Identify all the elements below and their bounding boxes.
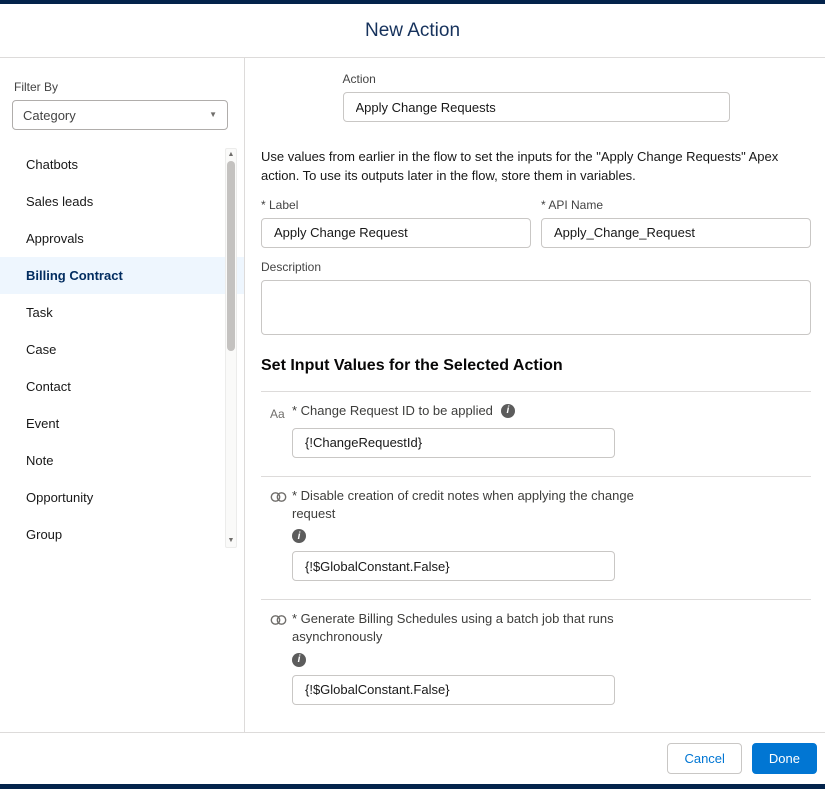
param-row-content: * Disable creation of credit notes when … [292,487,811,582]
sidebar-item-label: Case [26,342,57,357]
sidebar-item-group[interactable]: Group [0,516,244,553]
cancel-button[interactable]: Cancel [667,743,742,774]
category-list: Chatbots Sales leads Approvals Billing C… [0,146,244,553]
param-row-disable-credit-notes: * Disable creation of credit notes when … [261,475,811,599]
scroll-down-icon[interactable]: ▼ [228,535,235,547]
info-icon[interactable]: i [292,652,306,667]
action-input[interactable] [342,92,730,122]
sidebar-item-approvals[interactable]: Approvals [0,220,244,257]
param-row-content: * Generate Billing Schedules using a bat… [292,610,811,705]
sidebar-item-label: Sales leads [26,194,94,209]
main-panel: Action Use values from earlier in the fl… [245,58,825,732]
description-textarea[interactable] [261,279,811,335]
scrollbar-thumb[interactable] [227,161,235,351]
sidebar-item-chatbots[interactable]: Chatbots [0,146,244,183]
modal-title: New Action [364,19,461,41]
info-icon[interactable]: i [292,529,306,544]
sidebar-item-case[interactable]: Case [0,331,244,368]
api-name-input[interactable] [541,217,811,248]
sidebar-item-contact[interactable]: Contact [0,368,244,405]
sidebar-item-label: Chatbots [26,157,79,172]
boolean-type-icon [270,613,287,630]
type-icon-col: Aa [261,402,292,458]
sidebar-item-label: Approvals [26,231,84,246]
label-field: * Label [261,198,531,248]
sidebar-item-sales-leads[interactable]: Sales leads [0,183,244,220]
scrollbar-track[interactable] [226,161,236,535]
label-input[interactable] [261,217,531,248]
modal-header: New Action [0,4,825,58]
input-values-heading: Set Input Values for the Selected Action [261,356,563,374]
label-field-label: * Label [261,197,299,212]
filter-by-label: Filter By [14,80,59,94]
action-field: Action [342,72,730,122]
sidebar-scrollbar[interactable]: ▲ ▼ [225,148,237,548]
type-icon-col [261,610,292,704]
api-name-field: * API Name [541,198,811,248]
sidebar-item-label: Event [26,416,60,431]
boolean-type-icon [270,490,287,507]
category-dropdown[interactable]: Category ▼ [12,100,228,130]
action-label: Action [342,72,376,86]
param-label: * Disable creation of credit notes when … [292,487,634,522]
sidebar-item-label: Note [26,453,54,468]
sidebar-item-label: Group [26,527,63,542]
modal-body: Filter By Category ▼ Chatbots Sales lead… [0,58,825,732]
param-row-change-request-id: Aa * Change Request ID to be applied i [261,390,811,476]
type-icon-col [261,487,292,581]
description-field: Description [261,260,811,335]
scroll-up-icon[interactable]: ▲ [228,149,235,161]
api-name-field-label: * API Name [541,197,604,212]
sidebar-item-event[interactable]: Event [0,405,244,442]
change-request-id-input[interactable] [292,427,615,458]
param-row-generate-billing-schedules: * Generate Billing Schedules using a bat… [261,599,811,722]
sidebar-item-label: Task [26,305,53,320]
sidebar-item-note[interactable]: Note [0,442,244,479]
new-action-modal: New Action Filter By Category ▼ Chatbots… [0,4,825,784]
done-button[interactable]: Done [751,743,817,774]
info-icon[interactable]: i [500,403,515,418]
param-label: * Change Request ID to be applied [292,402,493,418]
category-sidebar: Filter By Category ▼ Chatbots Sales lead… [0,58,245,732]
sidebar-item-label: Billing Contract [26,268,123,283]
category-list-wrap: Chatbots Sales leads Approvals Billing C… [0,146,244,553]
sidebar-item-label: Contact [26,379,71,394]
sidebar-item-task[interactable]: Task [0,294,244,331]
sidebar-item-billing-contract[interactable]: Billing Contract [0,257,244,294]
category-dropdown-value: Category [23,107,76,123]
generate-billing-schedules-input[interactable] [292,674,615,705]
label-apiname-row: * Label * API Name [261,198,811,248]
param-label: * Generate Billing Schedules using a bat… [292,611,614,645]
param-row-content: * Change Request ID to be applied i [292,402,811,458]
sidebar-item-label: Opportunity [26,490,94,505]
modal-footer: Cancel Done [0,732,825,784]
intro-text: Use values from earlier in the flow to s… [261,149,779,183]
description-field-label: Description [261,259,322,274]
disable-credit-notes-input[interactable] [292,551,615,582]
chevron-down-icon: ▼ [209,110,217,119]
sidebar-item-opportunity[interactable]: Opportunity [0,479,244,516]
text-type-icon: Aa [270,406,285,421]
